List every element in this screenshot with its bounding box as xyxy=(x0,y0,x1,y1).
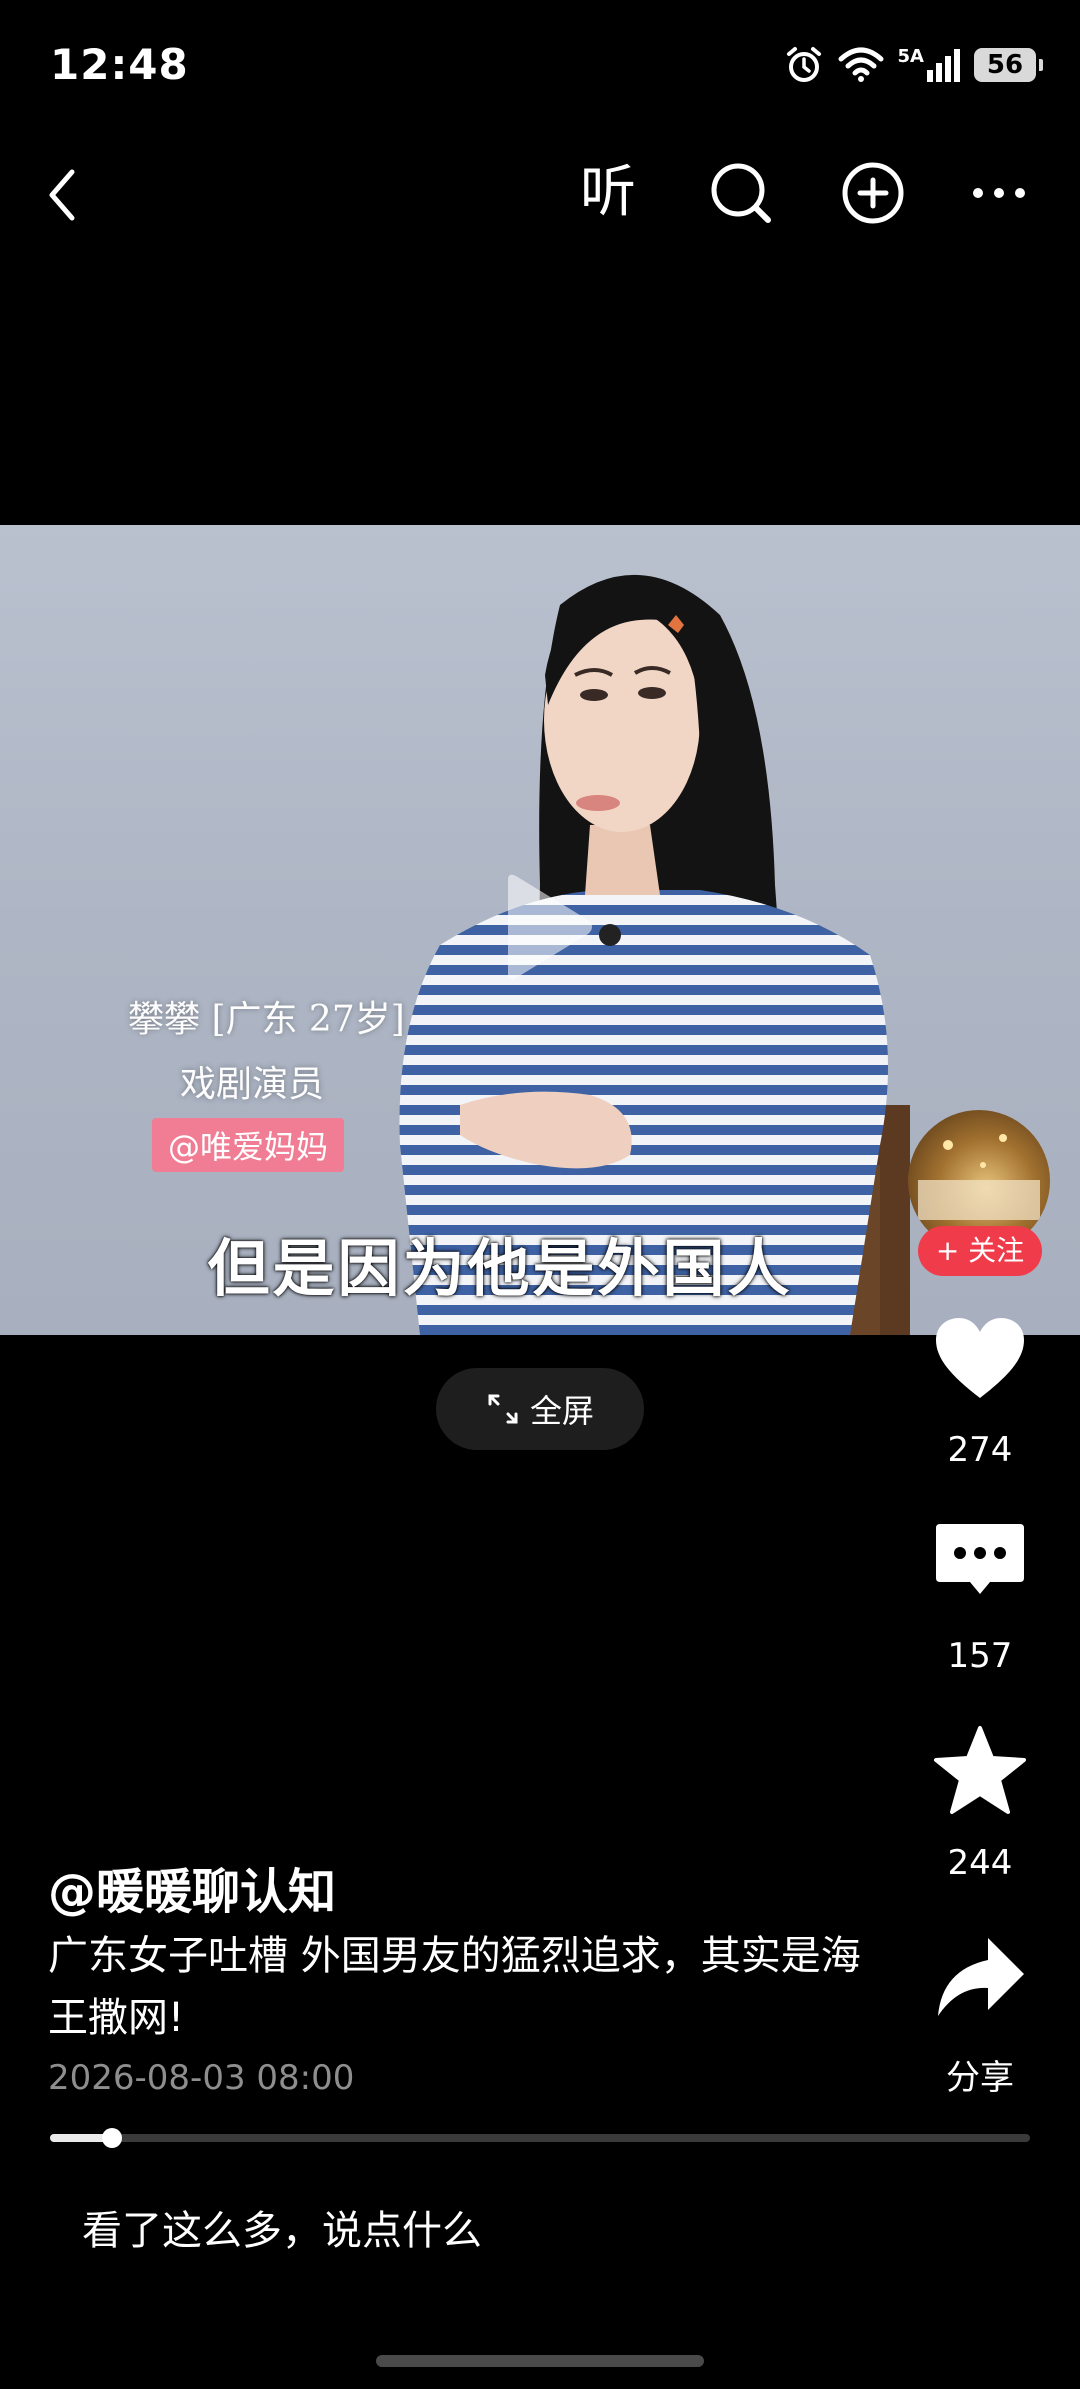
favorite-count: 244 xyxy=(947,1843,1013,1883)
post-date: 2026-08-03 08:00 xyxy=(48,2058,355,2098)
progress-knob[interactable] xyxy=(101,2128,122,2148)
like-count: 274 xyxy=(947,1430,1013,1470)
fullscreen-label: 全屏 xyxy=(529,1392,594,1430)
like-heart-icon[interactable] xyxy=(930,1310,1030,1410)
share-arrow-icon[interactable] xyxy=(930,1928,1030,2028)
post-description: 广东女子吐槽 外国男友的猛烈追求，其实是海王撒网! xyxy=(48,1933,861,2041)
play-icon[interactable] xyxy=(496,872,596,982)
video-progress-bar[interactable] xyxy=(50,2128,1030,2148)
battery-indicator: 56 xyxy=(974,48,1043,82)
comment-count: 157 xyxy=(947,1636,1013,1676)
add-circle-icon[interactable] xyxy=(838,158,908,228)
home-indicator xyxy=(376,2355,704,2367)
status-time: 12:48 xyxy=(50,40,189,89)
more-options-icon[interactable] xyxy=(964,158,1034,228)
status-icons: 5A 56 xyxy=(784,42,1043,88)
video-caption-handle: @唯爱妈妈 xyxy=(152,1118,345,1172)
listen-button[interactable]: 听 xyxy=(580,158,636,228)
expand-icon xyxy=(488,1394,518,1424)
share-label[interactable]: 分享 xyxy=(910,2050,1050,2099)
cellular-signal-icon: 5A xyxy=(898,48,960,82)
video-caption-name: 攀攀 [广东 27岁] xyxy=(128,999,405,1040)
video-caption-role: 戏剧演员 xyxy=(180,1064,325,1105)
author-name[interactable]: @暖暖聊认知 xyxy=(48,1852,336,1922)
follow-button[interactable]: + 关注 xyxy=(918,1226,1042,1276)
alarm-icon xyxy=(786,47,821,82)
favorite-star-icon[interactable] xyxy=(930,1722,1030,1822)
fullscreen-button[interactable]: 全屏 xyxy=(436,1368,644,1450)
video-subtitle: 但是因为他是外国人 xyxy=(207,1232,793,1305)
wifi-icon xyxy=(838,47,884,82)
network-label: 5A xyxy=(897,46,924,67)
comment-input[interactable]: 看了这么多，说点什么 xyxy=(82,2198,482,2256)
comment-bubble-icon[interactable] xyxy=(930,1512,1030,1612)
back-arrow-icon[interactable] xyxy=(40,160,90,230)
search-icon[interactable] xyxy=(706,158,776,228)
